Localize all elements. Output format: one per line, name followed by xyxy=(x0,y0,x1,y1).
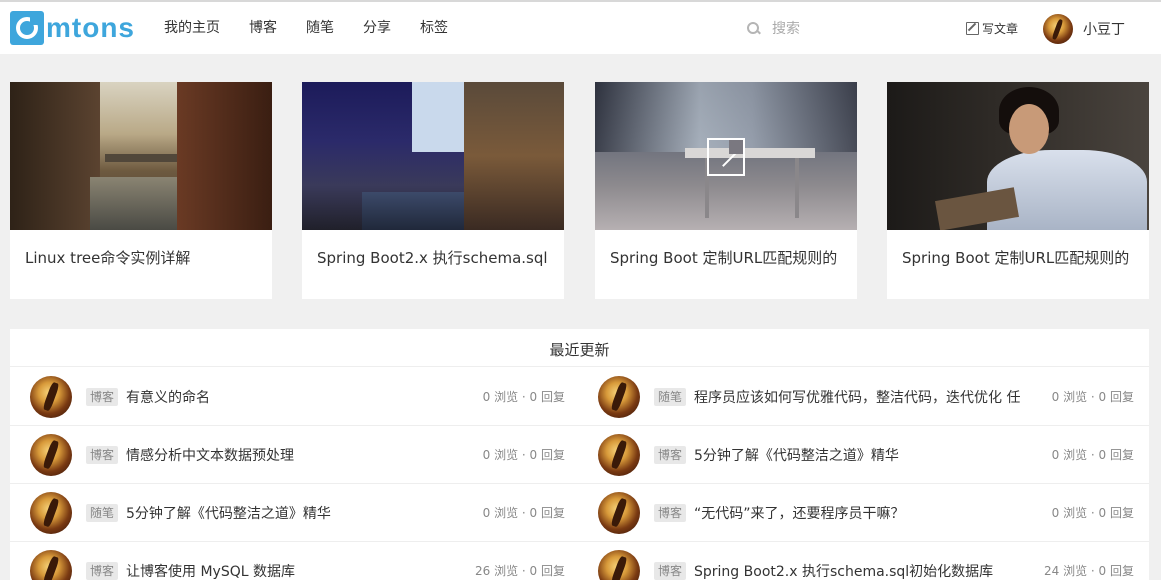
top-header: mtons 我的主页 博客 随笔 分享 标签 写文章 小豆丁 xyxy=(0,0,1161,54)
nav-item-blog[interactable]: 博客 xyxy=(237,2,289,56)
avatar xyxy=(30,492,72,534)
list-item[interactable]: 博客 Spring Boot2.x 执行schema.sql初始化数据库 xyxy=(598,542,1028,580)
featured-card[interactable]: Linux tree命令实例详解 xyxy=(10,82,272,299)
post-title[interactable]: 让博客使用 MySQL 数据库 xyxy=(126,561,295,580)
table-row: 博客 情感分析中文本数据预处理 0 浏览 · 0 回复 博客 5分钟了解《代码整… xyxy=(10,426,1149,484)
featured-card[interactable]: Spring Boot 定制URL匹配规则的 xyxy=(887,82,1149,299)
post-title[interactable]: “无代码”来了，还要程序员干嘛？ xyxy=(694,503,905,523)
category-badge: 博客 xyxy=(654,562,687,580)
avatar xyxy=(30,376,72,418)
list-item[interactable]: 博客 情感分析中文本数据预处理 xyxy=(30,426,450,484)
category-badge: 博客 xyxy=(86,388,119,406)
post-title[interactable]: Spring Boot2.x 执行schema.sql初始化数据库 xyxy=(694,561,993,580)
search-box xyxy=(746,16,922,42)
category-badge: 博客 xyxy=(86,562,119,580)
table-row: 博客 让博客使用 MySQL 数据库 26 浏览 · 0 回复 博客 Sprin… xyxy=(10,542,1149,580)
category-badge: 博客 xyxy=(86,446,119,464)
avatar xyxy=(1043,14,1073,44)
card-image xyxy=(887,82,1149,230)
post-stats: 0 浏览 · 0 回复 xyxy=(1051,506,1134,520)
card-title: Spring Boot 定制URL匹配规则的 xyxy=(902,249,1130,267)
search-input[interactable] xyxy=(772,16,922,42)
featured-card[interactable]: Spring Boot2.x 执行schema.sql xyxy=(302,82,564,299)
category-badge: 随笔 xyxy=(654,388,687,406)
avatar xyxy=(598,550,640,580)
search-icon[interactable] xyxy=(746,21,762,37)
post-stats: 0 浏览 · 0 回复 xyxy=(1051,448,1134,462)
card-image xyxy=(302,82,564,230)
avatar xyxy=(598,434,640,476)
avatar xyxy=(30,550,72,580)
site-logo[interactable]: mtons xyxy=(10,11,135,45)
post-title[interactable]: 程序员应该如何写优雅代码，整洁代码，迭代优化 任 xyxy=(694,387,1020,407)
table-row: 随笔 5分钟了解《代码整洁之道》精华 0 浏览 · 0 回复 博客 “无代码”来… xyxy=(10,484,1149,542)
post-stats: 0 浏览 · 0 回复 xyxy=(482,390,565,404)
post-stats: 0 浏览 · 0 回复 xyxy=(1051,390,1134,404)
list-item[interactable]: 博客 有意义的命名 xyxy=(30,368,450,426)
category-badge: 博客 xyxy=(654,504,687,522)
card-title: Spring Boot 定制URL匹配规则的 xyxy=(610,249,838,267)
featured-cards: Linux tree命令实例详解 Spring Boot2.x 执行schema… xyxy=(10,82,1151,299)
category-badge: 博客 xyxy=(654,446,687,464)
recent-updates-panel: 最近更新 博客 有意义的命名 0 浏览 · 0 回复 随笔 程序员应该如何写优雅… xyxy=(10,329,1149,580)
post-stats: 26 浏览 · 0 回复 xyxy=(475,564,565,578)
list-item[interactable]: 博客 “无代码”来了，还要程序员干嘛？ xyxy=(598,484,1028,542)
post-title[interactable]: 5分钟了解《代码整洁之道》精华 xyxy=(126,503,331,523)
nav-item-share[interactable]: 分享 xyxy=(351,2,403,56)
list-item[interactable]: 随笔 程序员应该如何写优雅代码，整洁代码，迭代优化 任 xyxy=(598,368,1028,426)
card-title: Linux tree命令实例详解 xyxy=(25,249,191,267)
logo-icon xyxy=(10,11,44,45)
user-menu[interactable]: 小豆丁 xyxy=(1043,14,1125,44)
avatar xyxy=(598,376,640,418)
external-link-icon[interactable] xyxy=(707,138,745,176)
avatar xyxy=(30,434,72,476)
logo-text: mtons xyxy=(46,12,135,43)
main-nav: 我的主页 博客 随笔 分享 标签 xyxy=(152,2,465,56)
nav-item-tags[interactable]: 标签 xyxy=(408,2,460,56)
nav-item-home[interactable]: 我的主页 xyxy=(152,2,232,56)
nav-item-essay[interactable]: 随笔 xyxy=(294,2,346,56)
edit-icon xyxy=(966,22,979,35)
post-stats: 24 浏览 · 0 回复 xyxy=(1044,564,1134,578)
post-stats: 0 浏览 · 0 回复 xyxy=(482,506,565,520)
category-badge: 随笔 xyxy=(86,504,119,522)
card-image xyxy=(10,82,272,230)
post-title[interactable]: 情感分析中文本数据预处理 xyxy=(126,445,294,465)
card-image xyxy=(595,82,857,230)
list-item[interactable]: 随笔 5分钟了解《代码整洁之道》精华 xyxy=(30,484,450,542)
table-row: 博客 有意义的命名 0 浏览 · 0 回复 随笔 程序员应该如何写优雅代码，整洁… xyxy=(10,368,1149,426)
featured-card[interactable]: Spring Boot 定制URL匹配规则的 xyxy=(595,82,857,299)
avatar xyxy=(598,492,640,534)
card-title: Spring Boot2.x 执行schema.sql xyxy=(317,249,548,267)
post-stats: 0 浏览 · 0 回复 xyxy=(482,448,565,462)
list-item[interactable]: 博客 让博客使用 MySQL 数据库 xyxy=(30,542,450,580)
user-name: 小豆丁 xyxy=(1083,22,1125,38)
write-article-button[interactable]: 写文章 xyxy=(966,20,1018,37)
write-article-label: 写文章 xyxy=(982,22,1019,36)
list-item[interactable]: 博客 5分钟了解《代码整洁之道》精华 xyxy=(598,426,1028,484)
post-title[interactable]: 5分钟了解《代码整洁之道》精华 xyxy=(694,445,899,465)
section-title: 最近更新 xyxy=(10,329,1149,367)
post-title[interactable]: 有意义的命名 xyxy=(126,387,210,407)
